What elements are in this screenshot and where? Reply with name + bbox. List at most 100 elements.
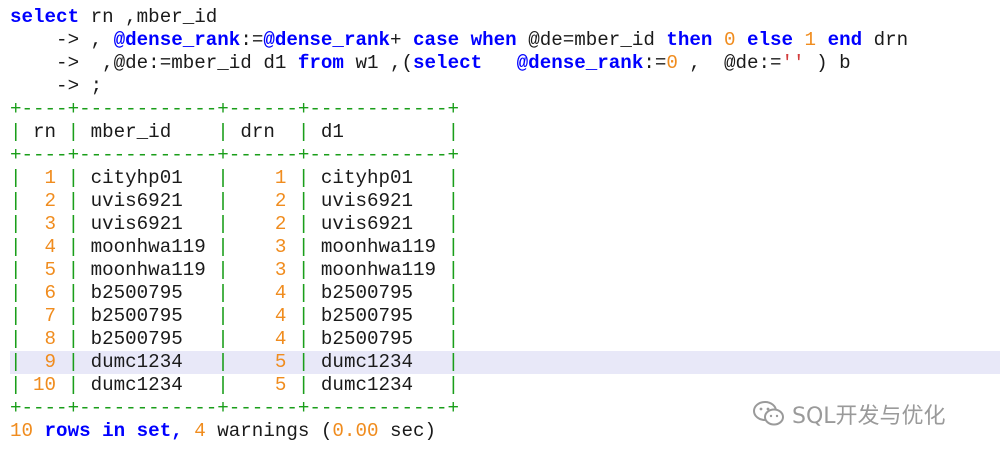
cell-rn: 5 <box>44 259 57 281</box>
column-separator: | <box>217 190 229 212</box>
column-separator: | <box>297 213 310 235</box>
end-keyword: end <box>827 29 863 51</box>
cell-mber-id: cityhp01 <box>90 167 183 189</box>
number-literal: 0 <box>712 29 747 51</box>
table-row: | 3 | uvis6921 | 2 | uvis6921 | <box>10 213 1000 236</box>
table-body: | 1 | cityhp01 | 1 | cityhp01 | | 2 | uvi… <box>10 167 1000 397</box>
cell-drn: 5 <box>274 374 287 396</box>
cell-rn: 8 <box>44 328 57 350</box>
cell-mber-id: b2500795 <box>90 282 183 304</box>
cell-mber-id: dumc1234 <box>90 351 183 373</box>
column-separator: | <box>447 236 460 258</box>
then-keyword: then <box>666 29 713 51</box>
column-separator: | <box>67 213 80 235</box>
assign-operator: := <box>240 29 264 51</box>
cell-drn: 2 <box>274 213 287 235</box>
when-keyword: when <box>470 29 517 51</box>
column-separator: | <box>217 167 229 189</box>
cell-drn: 4 <box>274 305 287 327</box>
column-separator: | <box>10 236 22 258</box>
cell-d1: moonhwa119 <box>320 236 437 258</box>
user-variable: @dense_rank <box>263 29 391 51</box>
sql-line-1: select rn ,mber_id <box>10 6 1000 29</box>
cell-rn: 3 <box>44 213 57 235</box>
column-separator: | <box>10 259 22 281</box>
cell-d1: cityhp01 <box>320 167 414 189</box>
cell-mber-id: moonhwa119 <box>90 236 206 258</box>
cell-rn: 2 <box>44 190 57 212</box>
status-text: sec) <box>378 420 437 442</box>
header-rn: rn <box>33 121 57 143</box>
mysql-console: select rn ,mber_id -> , @dense_rank:=@de… <box>10 6 1000 443</box>
sql-text: , <box>90 29 114 51</box>
column-separator: | <box>447 328 460 350</box>
cell-mber-id: b2500795 <box>90 305 183 327</box>
else-keyword: else <box>746 29 794 51</box>
cell-mber-id: uvis6921 <box>90 213 183 235</box>
column-separator: | <box>67 167 80 189</box>
table-row: | 1 | cityhp01 | 1 | cityhp01 | <box>10 167 1000 190</box>
row-count: 10 <box>10 420 34 442</box>
table-row: | 5 | moonhwa119 | 3 | moonhwa119 | <box>10 259 1000 282</box>
column-separator: | <box>297 374 310 396</box>
column-separator: | <box>10 213 22 235</box>
select-keyword: select <box>413 52 483 74</box>
sql-text: w1 ,( <box>343 52 414 74</box>
column-separator: | <box>10 121 22 143</box>
column-separator: | <box>447 305 460 327</box>
column-separator: | <box>297 190 310 212</box>
cell-drn: 4 <box>274 282 287 304</box>
table-row: | 9 | dumc1234 | 5 | dumc1234 | <box>10 351 1000 374</box>
column-separator: | <box>67 236 80 258</box>
column-separator: | <box>297 259 310 281</box>
watermark: SQL开发与优化 <box>752 398 946 430</box>
table-row: | 2 | uvis6921 | 2 | uvis6921 | <box>10 190 1000 213</box>
continuation-prompt: -> <box>10 75 91 97</box>
column-separator: | <box>217 213 229 235</box>
column-separator: | <box>10 351 22 373</box>
cell-rn: 4 <box>44 236 57 258</box>
sql-text: @de=mber_id <box>516 29 667 51</box>
column-separator: | <box>447 213 460 235</box>
cell-d1: uvis6921 <box>320 213 414 235</box>
column-separator: | <box>67 374 80 396</box>
column-separator: | <box>67 328 80 350</box>
cell-d1: b2500795 <box>320 305 414 327</box>
column-separator: | <box>297 305 310 327</box>
table-border-mid: +----+------------+------+------------+ <box>10 144 460 166</box>
column-separator: | <box>447 282 460 304</box>
column-separator: | <box>10 305 22 327</box>
column-separator: | <box>447 374 460 396</box>
cell-drn: 3 <box>274 259 287 281</box>
column-separator: | <box>217 259 229 281</box>
cell-rn: 9 <box>44 351 57 373</box>
elapsed-time: 0.00 <box>332 420 379 442</box>
cell-drn: 5 <box>274 351 287 373</box>
cell-drn: 1 <box>274 167 287 189</box>
status-text: warnings ( <box>205 420 333 442</box>
table-row: | 10 | dumc1234 | 5 | dumc1234 | <box>10 374 1000 397</box>
sql-text: drn <box>862 29 909 51</box>
sql-text: ; <box>90 75 103 97</box>
sql-text: + <box>390 29 414 51</box>
user-variable: @dense_rank <box>516 52 644 74</box>
from-keyword: from <box>297 52 344 74</box>
column-separator: | <box>67 305 80 327</box>
column-separator: | <box>67 351 80 373</box>
string-literal: '' <box>781 52 805 74</box>
column-separator: | <box>447 351 460 373</box>
cell-d1: dumc1234 <box>320 374 414 396</box>
sql-text: ,@de:=mber_id d1 <box>90 52 298 74</box>
cell-drn: 4 <box>274 328 287 350</box>
column-separator: | <box>217 305 229 327</box>
table-row: | 7 | b2500795 | 4 | b2500795 | <box>10 305 1000 328</box>
cell-d1: uvis6921 <box>320 190 414 212</box>
continuation-prompt: -> <box>10 29 91 51</box>
header-drn: drn <box>240 121 275 143</box>
warnings-count: 4 <box>194 420 206 442</box>
column-separator: | <box>297 328 310 350</box>
column-separator: | <box>297 236 310 258</box>
cell-mber-id: dumc1234 <box>90 374 183 396</box>
select-keyword: select <box>10 6 80 28</box>
column-separator: | <box>67 259 80 281</box>
